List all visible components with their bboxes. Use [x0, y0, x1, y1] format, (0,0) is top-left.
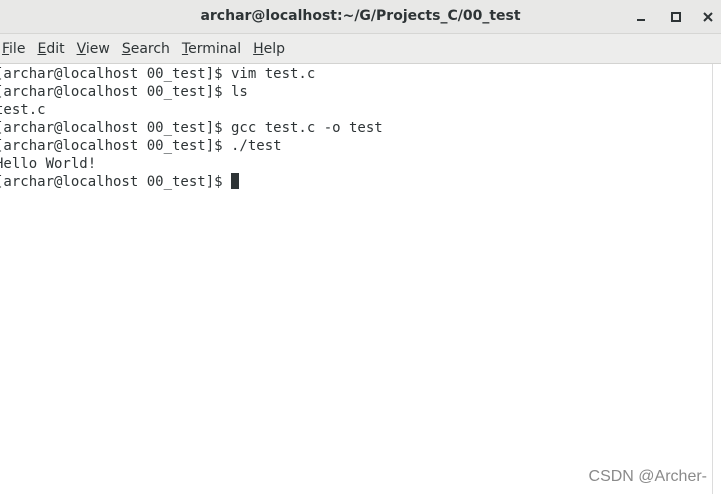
menu-edit[interactable]: Edit	[31, 34, 70, 64]
terminal-output[interactable]: [archar@localhost 00_test]$ vim test.c […	[0, 64, 712, 495]
menu-search[interactable]: Search	[116, 34, 176, 64]
menu-view[interactable]: View	[71, 34, 116, 64]
menu-help[interactable]: Help	[247, 34, 291, 64]
terminal-line: test.c	[0, 102, 46, 118]
scrollbar[interactable]	[712, 64, 721, 494]
terminal-line: [archar@localhost 00_test]$ ./test	[0, 138, 282, 154]
maximize-icon	[671, 12, 681, 22]
minimize-button[interactable]	[630, 6, 652, 28]
window-title: archar@localhost:~/G/Projects_C/00_test	[200, 8, 521, 24]
watermark: CSDN @Archer-	[588, 468, 707, 485]
close-icon	[703, 12, 713, 22]
text-cursor	[231, 173, 240, 189]
menu-terminal[interactable]: Terminal	[176, 34, 247, 64]
maximize-button[interactable]	[665, 6, 687, 28]
terminal-prompt-line: [archar@localhost 00_test]$	[0, 173, 712, 191]
menu-bar: File Edit View Search Terminal Help	[0, 34, 721, 64]
title-bar[interactable]: archar@localhost:~/G/Projects_C/00_test	[0, 0, 721, 34]
terminal-prompt: [archar@localhost 00_test]$	[0, 174, 232, 190]
menu-file[interactable]: File	[0, 34, 31, 64]
minimize-icon	[637, 19, 645, 21]
close-button[interactable]	[697, 6, 719, 28]
terminal-line: Hello World!	[0, 156, 97, 172]
terminal-line: [archar@localhost 00_test]$ gcc test.c -…	[0, 120, 383, 136]
terminal-line: [archar@localhost 00_test]$ ls	[0, 84, 248, 100]
terminal-line: [archar@localhost 00_test]$ vim test.c	[0, 66, 316, 82]
